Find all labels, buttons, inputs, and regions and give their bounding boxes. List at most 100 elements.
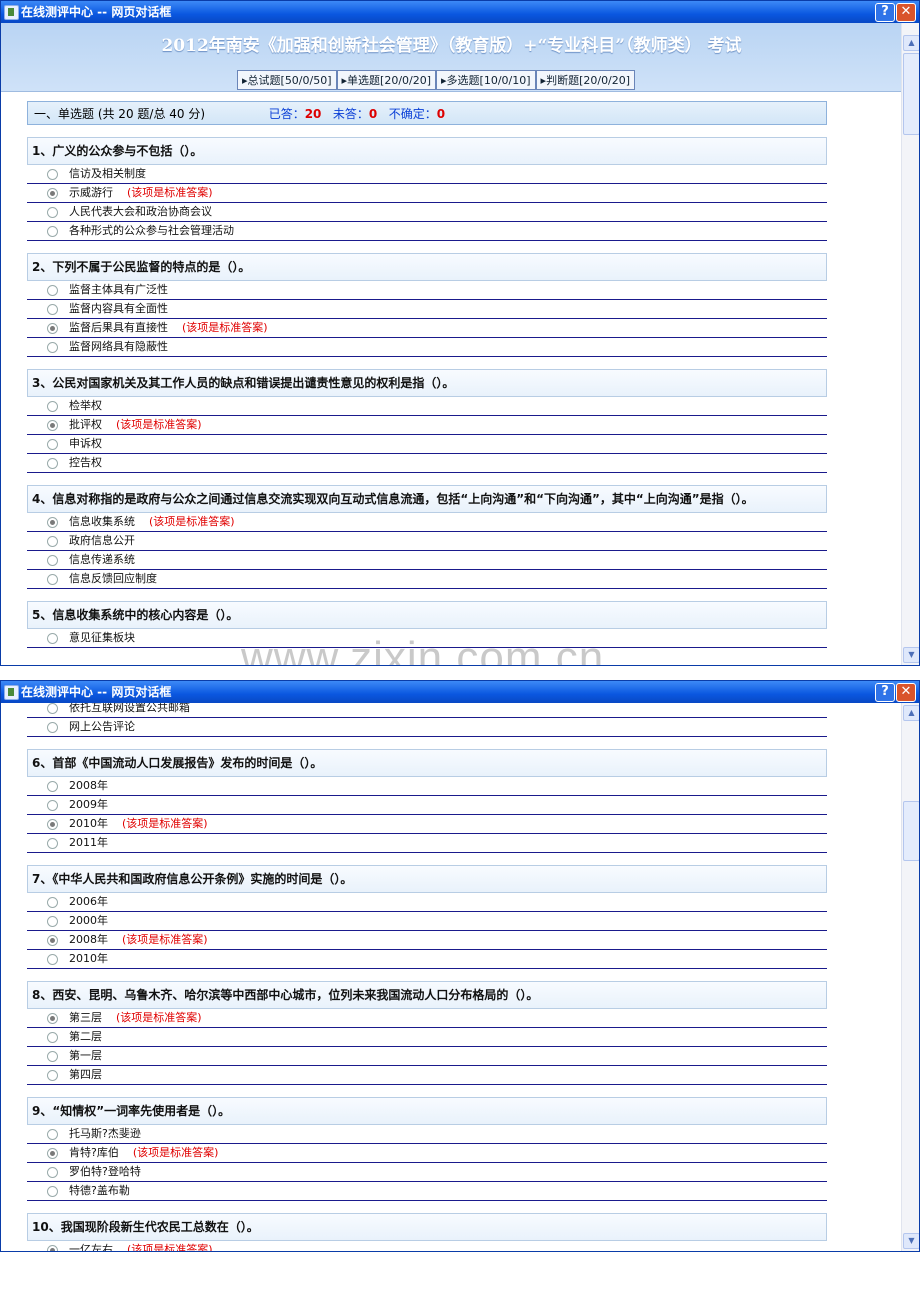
option-label: 一亿左右 bbox=[69, 1243, 113, 1251]
close-button[interactable]: ✕ bbox=[896, 3, 916, 22]
answer-option[interactable]: 2006年 bbox=[27, 893, 827, 912]
answer-option[interactable]: 2009年 bbox=[27, 796, 827, 815]
answer-option[interactable]: 示威游行 (该项是标准答案) bbox=[27, 184, 827, 203]
radio-button[interactable] bbox=[47, 916, 58, 927]
title-bar[interactable]: 在线测评中心 -- 网页对话框 ? ✕ bbox=[1, 681, 919, 703]
radio-button[interactable] bbox=[47, 838, 58, 849]
answer-option[interactable]: 信息传递系统 bbox=[27, 551, 827, 570]
answer-option[interactable]: 网上公告评论 bbox=[27, 718, 827, 737]
help-button[interactable]: ? bbox=[875, 3, 895, 22]
scroll-up-arrow-icon[interactable]: ▲ bbox=[903, 35, 919, 51]
answer-option[interactable]: 信访及相关制度 bbox=[27, 165, 827, 184]
radio-button[interactable] bbox=[47, 458, 58, 469]
answer-option[interactable]: 第一层 bbox=[27, 1047, 827, 1066]
scroll-down-arrow-icon[interactable]: ▼ bbox=[903, 1233, 919, 1249]
radio-button[interactable] bbox=[47, 342, 58, 353]
standard-answer-tag: (该项是标准答案) bbox=[132, 1146, 219, 1159]
nav-single-choice[interactable]: ▸单选题[20/0/20] bbox=[336, 70, 437, 90]
radio-button[interactable] bbox=[47, 1032, 58, 1043]
close-button[interactable]: ✕ bbox=[896, 683, 916, 702]
answer-option[interactable]: 依托互联网设置公共邮箱 bbox=[27, 703, 827, 718]
scroll-down-arrow-icon[interactable]: ▼ bbox=[903, 647, 919, 663]
radio-button[interactable] bbox=[47, 722, 58, 733]
radio-button[interactable] bbox=[47, 574, 58, 585]
radio-button[interactable] bbox=[47, 304, 58, 315]
option-label: 政府信息公开 bbox=[69, 534, 135, 547]
answer-option[interactable]: 罗伯特?登哈特 bbox=[27, 1163, 827, 1182]
answer-option[interactable]: 政府信息公开 bbox=[27, 532, 827, 551]
radio-button[interactable] bbox=[47, 935, 58, 946]
scroll-up-arrow-icon[interactable]: ▲ bbox=[903, 705, 919, 721]
radio-button[interactable] bbox=[47, 226, 58, 237]
answer-option[interactable]: 监督主体具有广泛性 bbox=[27, 281, 827, 300]
scroll-thumb[interactable] bbox=[903, 801, 919, 861]
radio-button[interactable] bbox=[47, 285, 58, 296]
question-list-area[interactable]: 依托互联网设置公共邮箱 网上公告评论 6、首部《中国流动人口发展报告》发布的时间是… bbox=[1, 703, 902, 1251]
radio-button[interactable] bbox=[47, 207, 58, 218]
option-label: 2010年 bbox=[69, 952, 108, 965]
radio-button[interactable] bbox=[47, 703, 58, 714]
radio-button[interactable] bbox=[47, 819, 58, 830]
option-label: 信访及相关制度 bbox=[69, 167, 146, 180]
question-list-area[interactable]: 一、单选题 (共 20 题/总 40 分) 已答：20 未答：0 不确定：0 1… bbox=[1, 91, 902, 665]
answer-option[interactable]: 信息反馈回应制度 bbox=[27, 570, 827, 589]
answer-option[interactable]: 监督后果具有直接性 (该项是标准答案) bbox=[27, 319, 827, 338]
option-label: 意见征集板块 bbox=[69, 631, 135, 644]
radio-button[interactable] bbox=[47, 1013, 58, 1024]
radio-button[interactable] bbox=[47, 1148, 58, 1159]
radio-button[interactable] bbox=[47, 323, 58, 334]
radio-button[interactable] bbox=[47, 1129, 58, 1140]
radio-button[interactable] bbox=[47, 1245, 58, 1251]
radio-button[interactable] bbox=[47, 781, 58, 792]
question-title: 7、《中华人民共和国政府信息公开条例》实施的时间是（）。 bbox=[27, 865, 827, 893]
radio-button[interactable] bbox=[47, 420, 58, 431]
radio-button[interactable] bbox=[47, 1186, 58, 1197]
radio-button[interactable] bbox=[47, 800, 58, 811]
answer-option[interactable]: 2010年 (该项是标准答案) bbox=[27, 815, 827, 834]
radio-button[interactable] bbox=[47, 1070, 58, 1081]
radio-button[interactable] bbox=[47, 188, 58, 199]
nav-all-questions[interactable]: ▸总试题[50/0/50] bbox=[237, 70, 337, 90]
radio-button[interactable] bbox=[47, 954, 58, 965]
answer-option[interactable]: 控告权 bbox=[27, 454, 827, 473]
answer-option[interactable]: 信息收集系统 (该项是标准答案) bbox=[27, 513, 827, 532]
dialog-content: 依托互联网设置公共邮箱 网上公告评论 6、首部《中国流动人口发展报告》发布的时间是… bbox=[1, 703, 902, 1251]
vertical-scrollbar[interactable]: ▲ ▼ bbox=[901, 703, 919, 1251]
scroll-thumb[interactable] bbox=[903, 53, 919, 135]
answer-option[interactable]: 2010年 bbox=[27, 950, 827, 969]
answer-option[interactable]: 肯特?库伯 (该项是标准答案) bbox=[27, 1144, 827, 1163]
answer-option[interactable]: 特德?盖布勒 bbox=[27, 1182, 827, 1201]
radio-button[interactable] bbox=[47, 517, 58, 528]
answer-option[interactable]: 人民代表大会和政治协商会议 bbox=[27, 203, 827, 222]
vertical-scrollbar[interactable]: ▲ ▼ bbox=[901, 23, 919, 665]
radio-button[interactable] bbox=[47, 897, 58, 908]
help-button[interactable]: ? bbox=[875, 683, 895, 702]
radio-button[interactable] bbox=[47, 1051, 58, 1062]
title-bar[interactable]: 在线测评中心 -- 网页对话框 ? ✕ bbox=[1, 1, 919, 23]
answer-option[interactable]: 第三层 (该项是标准答案) bbox=[27, 1009, 827, 1028]
answer-option[interactable]: 申诉权 bbox=[27, 435, 827, 454]
radio-button[interactable] bbox=[47, 169, 58, 180]
answer-option[interactable]: 监督内容具有全面性 bbox=[27, 300, 827, 319]
answer-option[interactable]: 检举权 bbox=[27, 397, 827, 416]
answer-option[interactable]: 第二层 bbox=[27, 1028, 827, 1047]
answer-option[interactable]: 2000年 bbox=[27, 912, 827, 931]
answer-option[interactable]: 各种形式的公众参与社会管理活动 bbox=[27, 222, 827, 241]
answer-option[interactable]: 第四层 bbox=[27, 1066, 827, 1085]
option-label: 信息反馈回应制度 bbox=[69, 572, 157, 585]
radio-button[interactable] bbox=[47, 536, 58, 547]
answer-option[interactable]: 2011年 bbox=[27, 834, 827, 853]
nav-multiple-choice[interactable]: ▸多选题[10/0/10] bbox=[436, 70, 536, 90]
answer-option[interactable]: 2008年 (该项是标准答案) bbox=[27, 931, 827, 950]
radio-button[interactable] bbox=[47, 633, 58, 644]
radio-button[interactable] bbox=[47, 439, 58, 450]
radio-button[interactable] bbox=[47, 401, 58, 412]
radio-button[interactable] bbox=[47, 555, 58, 566]
radio-button[interactable] bbox=[47, 1167, 58, 1178]
answer-option[interactable]: 2008年 bbox=[27, 777, 827, 796]
nav-true-false[interactable]: ▸判断题[20/0/20] bbox=[535, 70, 636, 90]
answer-option[interactable]: 一亿左右 (该项是标准答案) bbox=[27, 1241, 827, 1251]
answer-option[interactable]: 批评权 (该项是标准答案) bbox=[27, 416, 827, 435]
answer-option[interactable]: 托马斯?杰斐逊 bbox=[27, 1125, 827, 1144]
answer-option[interactable]: 监督网络具有隐蔽性 bbox=[27, 338, 827, 357]
